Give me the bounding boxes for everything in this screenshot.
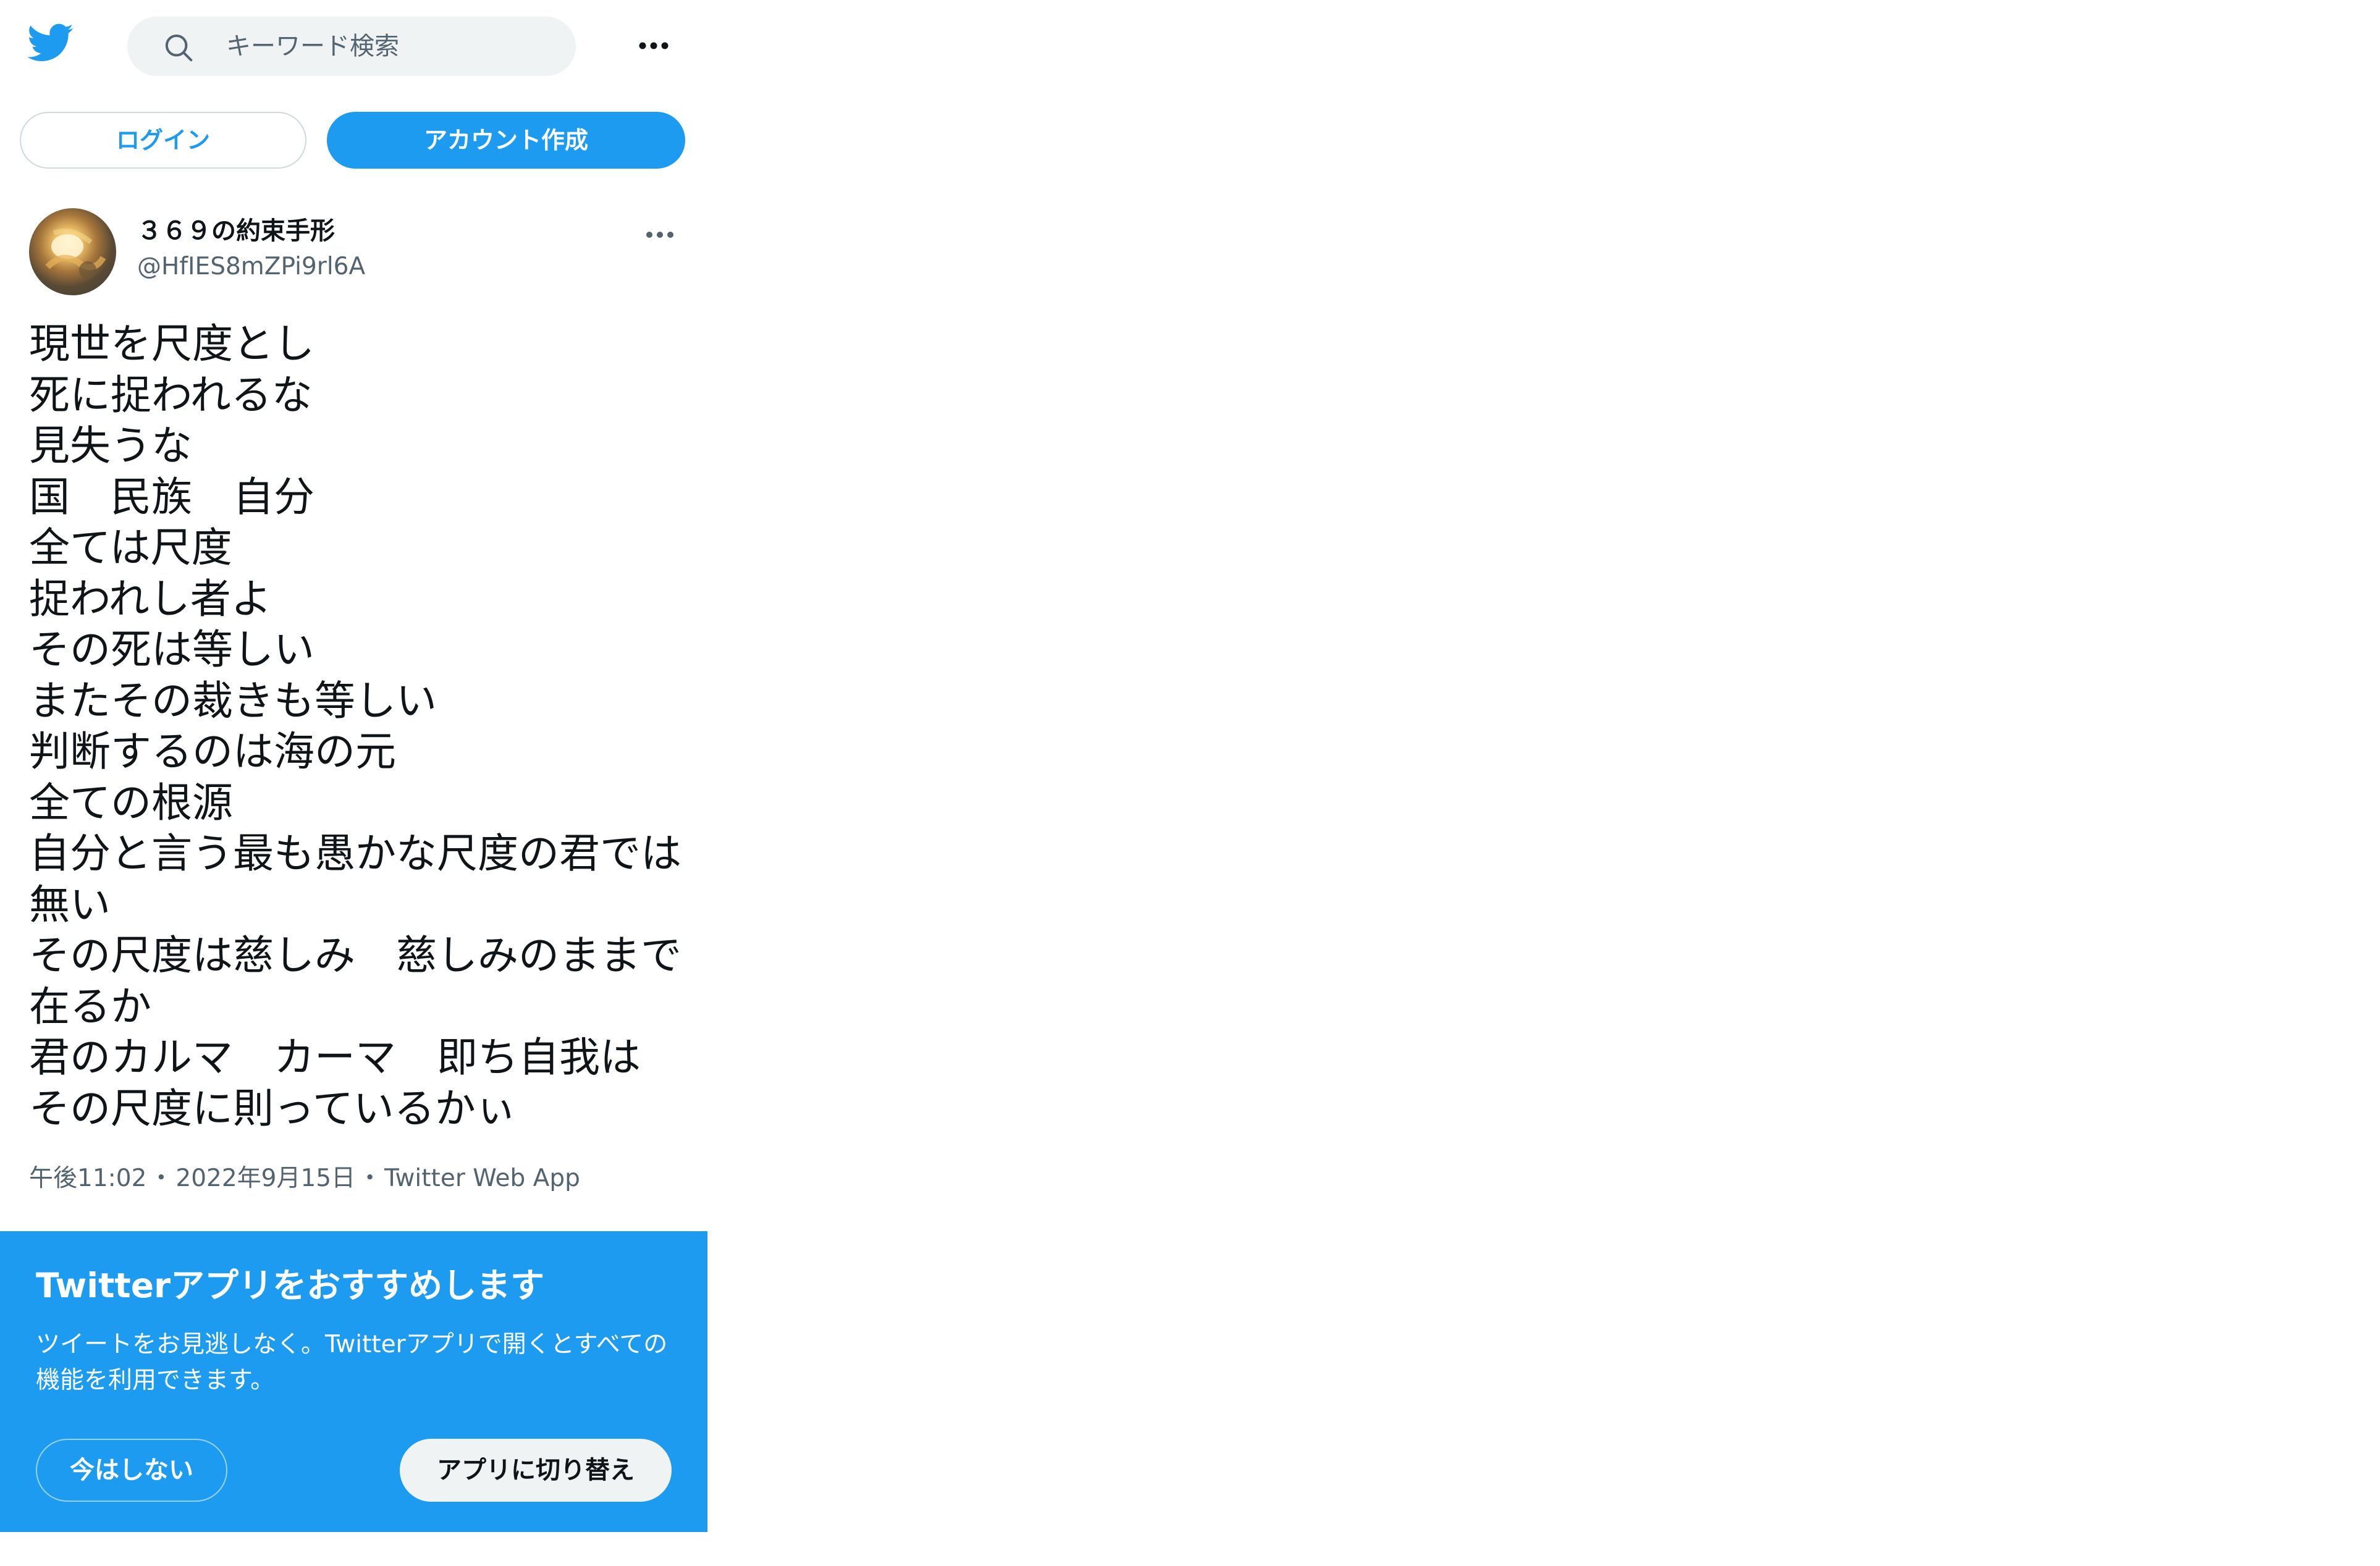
promo-body: ツイートをお見逃しなく。Twitterアプリで開くとすべての機能を利用できます。 bbox=[36, 1331, 668, 1394]
tweet-line: 自分と言う最も愚かな尺度の君では無い bbox=[29, 830, 682, 928]
tweet-line: 捉われし者よ bbox=[29, 575, 272, 623]
app-promo-banner: Twitterアプリをおすすめします ツイートをお見逃しなく。Twitterアプ… bbox=[0, 1231, 707, 1532]
tweet-line: その死は等しい bbox=[29, 626, 314, 673]
tweet-line: 国 民族 自分 bbox=[29, 473, 314, 521]
switch-to-app-button[interactable]: アプリに切り替え bbox=[400, 1439, 672, 1502]
page-root: キーワード検索 ログイン アカウント作成 ３６９の約束手形 @HfIES8mZP… bbox=[0, 0, 2380, 1566]
tweet-time[interactable]: 午後11:02 bbox=[29, 1164, 146, 1192]
tweet-line: 見失うな bbox=[29, 422, 192, 469]
tweet-text: 現世を尺度とし 死に捉われるな 見失うな 国 民族 自分 全ては尺度 捉われし者… bbox=[29, 319, 690, 1134]
more-horizontal-icon[interactable] bbox=[636, 32, 671, 59]
more-horizontal-icon[interactable] bbox=[644, 222, 676, 247]
tweet-meta: 午後11:02 ・ 2022年9月15日・ Twitter Web App bbox=[29, 1161, 580, 1196]
search-placeholder: キーワード検索 bbox=[226, 32, 399, 61]
tweet-line: またその裁きも等しい bbox=[29, 676, 437, 725]
tweet-line: その尺度は慈しみ 慈しみのままで在るか bbox=[29, 932, 682, 1030]
twitter-bird-icon[interactable] bbox=[27, 23, 74, 64]
meta-separator: ・ bbox=[358, 1164, 382, 1192]
tweet-line: 判断するのは海の元 bbox=[29, 728, 396, 775]
tweet-line: 現世を尺度とし bbox=[29, 320, 314, 368]
tweet-line: 全ては尺度 bbox=[29, 524, 232, 571]
tweet-line: 死に捉われるな bbox=[29, 371, 313, 419]
create-account-button[interactable]: アカウント作成 bbox=[327, 112, 685, 169]
meta-separator: ・ bbox=[149, 1164, 174, 1192]
search-input[interactable]: キーワード検索 bbox=[127, 17, 576, 76]
search-icon bbox=[162, 31, 195, 64]
tweet-date[interactable]: 2022年9月15日 bbox=[175, 1164, 355, 1192]
tweet-line: 全ての根源 bbox=[29, 778, 233, 827]
login-button[interactable]: ログイン bbox=[20, 112, 306, 169]
tweet-source[interactable]: Twitter Web App bbox=[384, 1164, 580, 1192]
not-now-button[interactable]: 今はしない bbox=[36, 1439, 227, 1502]
author-handle[interactable]: @HfIES8mZPi9rl6A bbox=[137, 250, 365, 284]
avatar[interactable] bbox=[29, 208, 116, 295]
tweet-line: その尺度に則っているかぃ bbox=[29, 1084, 517, 1132]
author-display-name[interactable]: ３６９の約束手形 bbox=[137, 214, 335, 248]
promo-title: Twitterアプリをおすすめします bbox=[36, 1266, 545, 1305]
tweet-line: 君のカルマ カーマ 即ち自我は bbox=[29, 1033, 641, 1081]
